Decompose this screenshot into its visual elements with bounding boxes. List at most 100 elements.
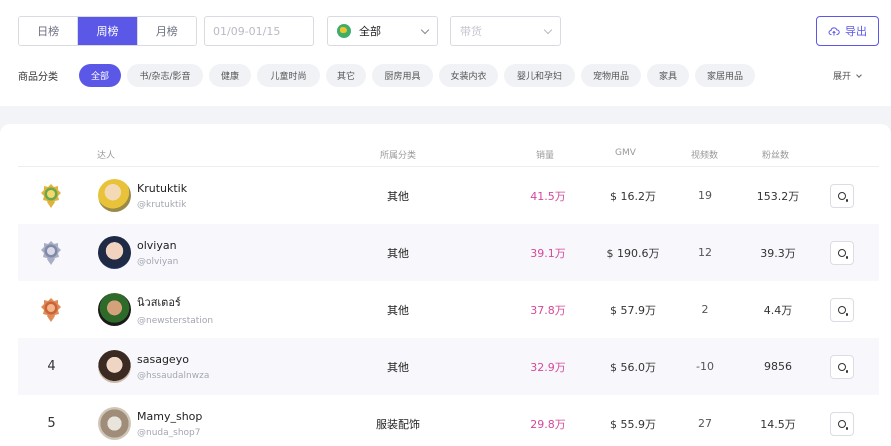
category-chip-kitchen[interactable]: 厨房用具: [372, 64, 433, 87]
video-count: 12: [698, 246, 712, 259]
fans-count: 14.5万: [760, 417, 796, 431]
rank-gold-medal-icon: [40, 167, 62, 224]
video-count: -10: [696, 360, 714, 373]
creator-handle: @nuda_shop7: [137, 427, 201, 438]
video-count: 19: [698, 189, 712, 202]
search-detail-button[interactable]: [830, 240, 854, 265]
sales-value: 37.8万: [530, 303, 566, 317]
creator-name[interactable]: Krutuktik: [137, 182, 187, 195]
category-chip-furniture[interactable]: 家具: [647, 64, 689, 87]
cloud-upload-icon: [828, 27, 840, 36]
rank-number: 5: [47, 416, 56, 431]
magnifier-icon: [838, 305, 848, 316]
goods-select-placeholder: 带货: [460, 25, 482, 38]
category-chip-other[interactable]: 其它: [326, 64, 366, 87]
magnifier-icon: [838, 362, 848, 373]
search-detail-button[interactable]: [830, 354, 854, 379]
creator-info[interactable]: Mamy_shop @nuda_shop7: [137, 395, 202, 446]
sales-value: 39.1万: [530, 246, 566, 260]
expand-categories-button[interactable]: 展开: [833, 69, 862, 82]
gmv-value: $ 55.9万: [610, 417, 656, 431]
search-detail-button[interactable]: [830, 411, 854, 436]
expand-label: 展开: [833, 72, 852, 82]
creator-category: 其他: [387, 303, 409, 317]
gmv-value: $ 16.2万: [610, 189, 656, 203]
avatar[interactable]: [98, 224, 131, 281]
fans-count: 4.4万: [763, 303, 793, 317]
search-detail-button[interactable]: [830, 183, 854, 208]
header-videos: 视频数: [691, 151, 719, 161]
creator-handle: @hssaudalnwza: [137, 370, 210, 381]
export-label: 导出: [845, 25, 867, 38]
avatar[interactable]: [98, 281, 131, 338]
row-action: [830, 338, 854, 395]
search-detail-button[interactable]: [830, 297, 854, 322]
tab-monthly[interactable]: 月榜: [137, 17, 196, 45]
avatar[interactable]: [98, 395, 131, 446]
chevron-down-icon: [543, 25, 553, 34]
table-row: Krutuktik @krutuktik 其他 41.5万 $ 16.2万 19…: [18, 167, 879, 224]
sales-value: 29.8万: [530, 417, 566, 431]
header-creator: 达人: [97, 151, 116, 161]
header-sales: 销量: [536, 151, 555, 161]
creator-handle: @olviyan: [137, 256, 179, 267]
row-action: [830, 281, 854, 338]
creator-info[interactable]: นิวสเตอร์ @newsterstation: [137, 281, 213, 338]
row-action: [830, 167, 854, 224]
gmv-value: $ 57.9万: [610, 303, 656, 317]
row-action: [830, 395, 854, 446]
row-action: [830, 224, 854, 281]
globe-icon: [337, 24, 351, 38]
chevron-down-icon: [856, 71, 862, 78]
sales-value: 32.9万: [530, 360, 566, 374]
creator-category: 其他: [387, 246, 409, 260]
table-row: 5 Mamy_shop @nuda_shop7 服装配饰 29.8万 $ 55.…: [18, 395, 879, 446]
creator-category: 服装配饰: [376, 417, 420, 431]
creator-category: 其他: [387, 189, 409, 203]
fans-count: 153.2万: [756, 189, 800, 203]
category-chip-kids-fashion[interactable]: 儿童时尚: [257, 64, 320, 87]
magnifier-icon: [838, 419, 848, 430]
category-chip-books-media[interactable]: 书/杂志/影音: [127, 64, 203, 87]
creator-handle: @krutuktik: [137, 199, 187, 210]
chevron-down-icon: [420, 25, 430, 34]
header-gmv: GMV: [615, 148, 636, 158]
magnifier-icon: [838, 191, 848, 202]
creator-info[interactable]: sasageyo @hssaudalnwza: [137, 338, 209, 395]
creator-info[interactable]: Krutuktik @krutuktik: [137, 167, 187, 224]
category-chip-baby-maternity[interactable]: 婴儿和孕妇: [504, 64, 575, 87]
creator-handle: @newsterstation: [137, 316, 214, 326]
avatar[interactable]: [98, 338, 131, 395]
fans-count: 9856: [764, 360, 792, 373]
tab-daily[interactable]: 日榜: [19, 17, 79, 45]
header-category: 所属分类: [380, 151, 417, 161]
category-chip-all[interactable]: 全部: [79, 64, 121, 87]
creator-name[interactable]: นิวสเตอร์: [137, 293, 181, 311]
category-chip-home-goods[interactable]: 家居用品: [695, 64, 755, 87]
video-count: 2: [701, 303, 709, 316]
avatar[interactable]: [98, 167, 131, 224]
date-range-input[interactable]: 01/09-01/15: [204, 16, 314, 46]
table-row: นิวสเตอร์ @newsterstation 其他 37.8万 $ 57.…: [18, 281, 879, 338]
tab-weekly[interactable]: 周榜: [78, 17, 138, 45]
goods-select[interactable]: 带货: [450, 16, 561, 46]
category-chip-womenswear[interactable]: 女装内衣: [439, 64, 498, 87]
category-chip-health[interactable]: 健康: [209, 64, 251, 87]
category-chip-pet-supplies[interactable]: 宠物用品: [581, 64, 641, 87]
region-select-value: 全部: [359, 25, 381, 38]
table-row: 4 sasageyo @hssaudalnwza 其他 32.9万 $ 56.0…: [18, 338, 879, 395]
creator-name[interactable]: Mamy_shop: [137, 410, 202, 423]
creator-name[interactable]: sasageyo: [137, 353, 189, 366]
rank-number: 4: [47, 359, 56, 374]
creator-name[interactable]: olviyan: [137, 239, 177, 252]
gmv-value: $ 56.0万: [610, 360, 656, 374]
sales-value: 41.5万: [530, 189, 566, 203]
gmv-value: $ 190.6万: [606, 246, 660, 260]
region-select[interactable]: 全部: [327, 16, 438, 46]
video-count: 27: [698, 417, 712, 430]
export-button[interactable]: 导出: [816, 16, 879, 46]
filter-panel: 日榜 周榜 月榜 01/09-01/15 全部 带货 导出 商品分类 全部 书/…: [0, 0, 891, 106]
creator-info[interactable]: olviyan @olviyan: [137, 224, 178, 281]
fans-count: 39.3万: [760, 246, 796, 260]
creator-category: 其他: [387, 360, 409, 374]
